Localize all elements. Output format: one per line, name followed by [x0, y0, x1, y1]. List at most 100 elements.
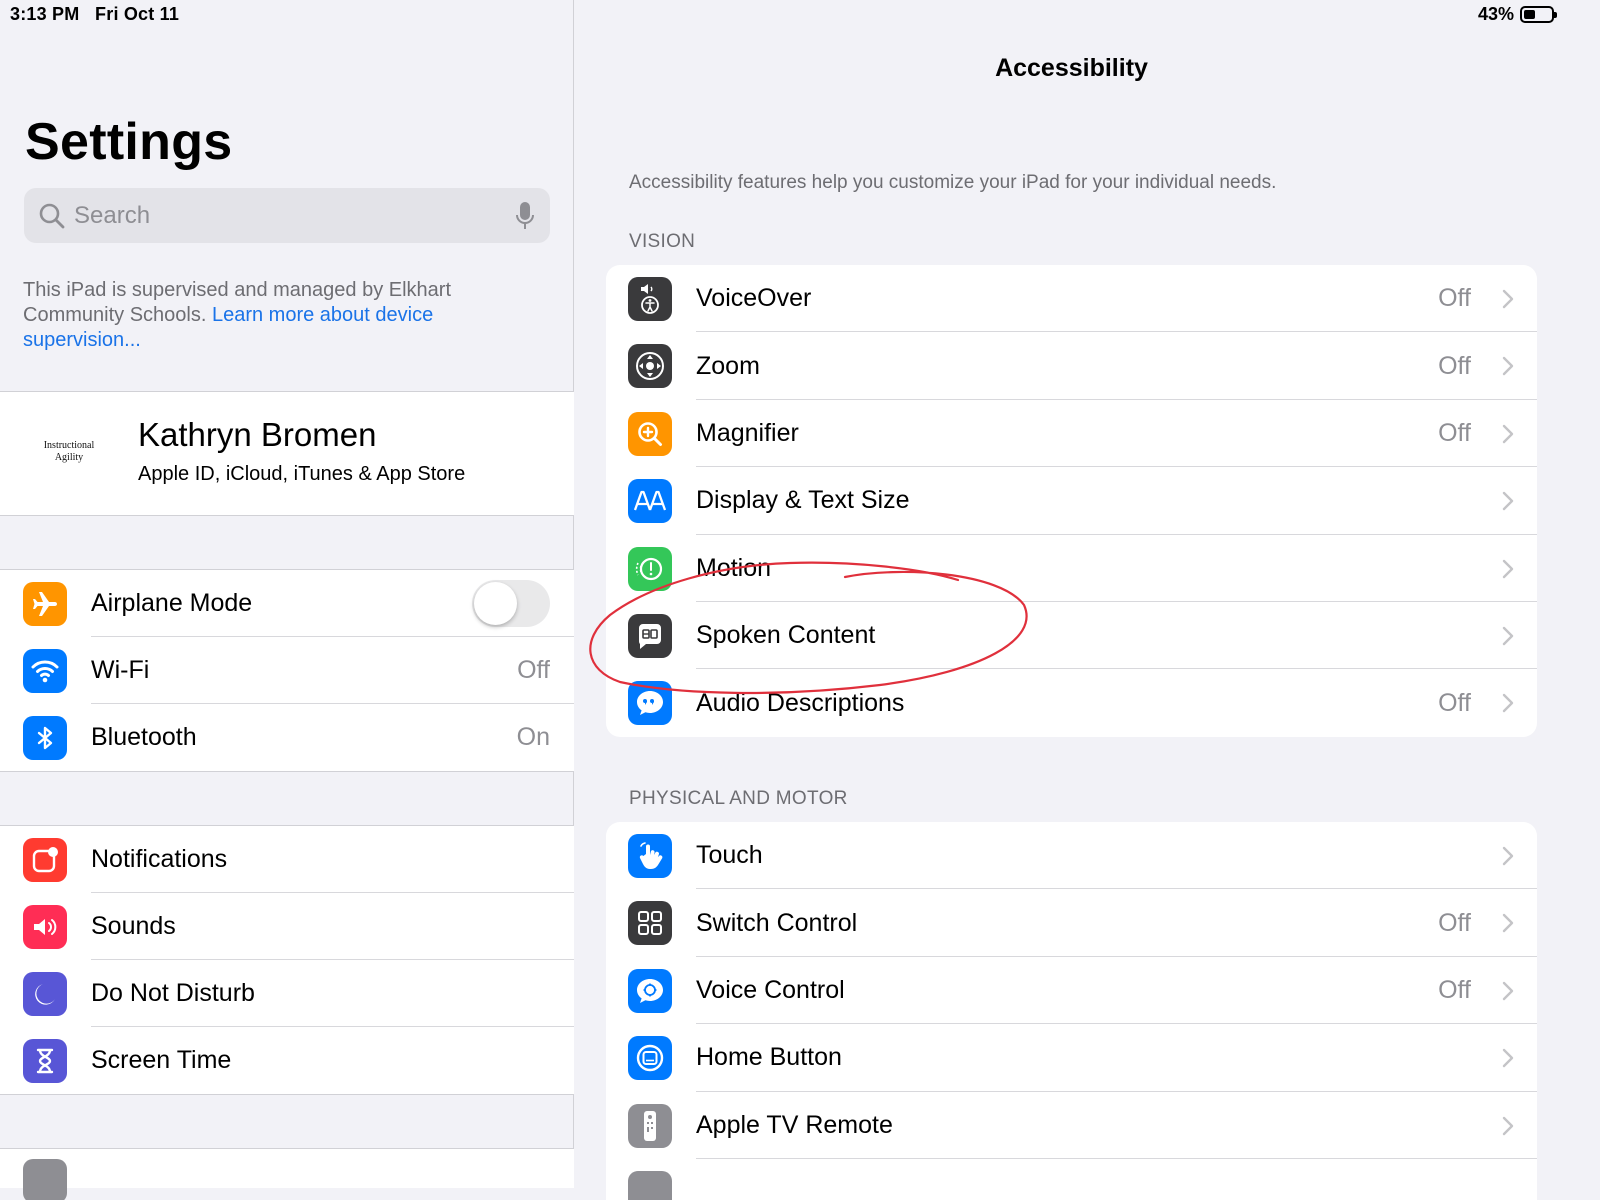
general-group	[0, 1148, 574, 1200]
notifications-icon	[23, 838, 67, 882]
wifi-icon	[23, 649, 67, 693]
voice-control-icon	[628, 968, 672, 1013]
toggle-knob	[474, 582, 517, 625]
item-label: Spoken Content	[696, 621, 876, 650]
connectivity-group: Airplane Mode Wi-Fi Off Bluetooth On	[0, 569, 574, 772]
hourglass-icon	[23, 1039, 67, 1083]
item-label: Display & Text Size	[696, 486, 910, 515]
accessibility-item-display-text-size[interactable]: Display & Text Size	[606, 467, 1537, 535]
chevron-right-icon	[1502, 626, 1514, 646]
item-value: Off	[1438, 418, 1471, 447]
sidebar-title: Settings	[25, 113, 233, 171]
chevron-right-icon	[1502, 289, 1514, 309]
bluetooth-status: On	[516, 723, 550, 751]
chevron-right-icon	[1502, 846, 1514, 866]
accessibility-item-apple-tv-remote[interactable]: Apple TV Remote	[606, 1092, 1537, 1159]
sidebar-item-wifi[interactable]: Wi-Fi Off	[0, 637, 574, 704]
touch-icon	[628, 834, 672, 878]
accessibility-item-motion[interactable]: Motion	[606, 535, 1537, 602]
item-label: Switch Control	[696, 908, 858, 937]
item-value: Off	[1438, 975, 1471, 1004]
item-label: VoiceOver	[696, 284, 812, 313]
section-header-vision: VISION	[629, 231, 696, 252]
item-value: Off	[1438, 351, 1471, 380]
avatar-text-1: Instructional	[43, 440, 95, 451]
item-value: Off	[1438, 908, 1471, 937]
chevron-right-icon	[1502, 694, 1514, 713]
sidebar-item-sounds[interactable]: Sounds	[0, 893, 574, 960]
audio-descriptions-icon	[628, 681, 672, 726]
switch-control-icon	[628, 901, 672, 946]
item-label: Apple TV Remote	[696, 1110, 893, 1139]
profile-name: Kathryn Bromen	[138, 416, 377, 453]
wifi-status: Off	[517, 656, 550, 684]
item-label: Voice Control	[696, 975, 845, 1004]
magnifier-icon	[628, 411, 672, 456]
voiceover-icon	[628, 277, 672, 321]
chevron-right-icon	[1502, 981, 1514, 1000]
accessibility-item-zoom[interactable]: Zoom Off	[606, 332, 1537, 400]
airplane-icon	[23, 582, 67, 626]
sidebar-item-label: Airplane Mode	[91, 589, 253, 617]
accessibility-item-touch[interactable]: Touch	[606, 822, 1537, 890]
sidebar-item-label: Bluetooth	[91, 723, 197, 751]
spoken-content-icon	[628, 613, 672, 658]
accessibility-item-audio-descriptions[interactable]: Audio Descriptions Off	[606, 669, 1537, 736]
search-placeholder: Search	[74, 201, 151, 229]
accessibility-item-spoken-content[interactable]: Spoken Content	[606, 602, 1537, 670]
item-value: Off	[1438, 688, 1471, 717]
accessibility-item-magnifier[interactable]: Magnifier Off	[606, 400, 1537, 468]
text-size-icon	[628, 479, 672, 524]
supervision-notice: This iPad is supervised and managed by E…	[23, 278, 523, 353]
item-label: Audio Descriptions	[696, 688, 905, 717]
sidebar-item-screen-time[interactable]: Screen Time	[0, 1027, 574, 1094]
accessibility-item-voiceover[interactable]: VoiceOver Off	[606, 265, 1537, 333]
sidebar-item-label: Sounds	[91, 912, 176, 940]
chevron-right-icon	[1502, 1116, 1514, 1135]
chevron-right-icon	[1502, 424, 1514, 443]
sidebar-item-label: Wi-Fi	[91, 656, 150, 684]
accessibility-item-switch-control[interactable]: Switch Control Off	[606, 889, 1537, 957]
moon-icon	[23, 972, 67, 1016]
chevron-right-icon	[1502, 559, 1514, 578]
sidebar-item-label: Do Not Disturb	[91, 979, 255, 1007]
search-field[interactable]: Search	[24, 188, 550, 243]
sidebar-item-notifications[interactable]: Notifications	[0, 826, 574, 893]
bluetooth-icon	[23, 716, 67, 760]
accessibility-item-voice-control[interactable]: Voice Control Off	[606, 957, 1537, 1025]
sounds-icon	[23, 905, 67, 949]
chevron-right-icon	[1502, 357, 1514, 376]
sidebar-item-do-not-disturb[interactable]: Do Not Disturb	[0, 960, 574, 1027]
page-title: Accessibility	[995, 54, 1148, 82]
accessibility-panel: Accessibility Accessibility features hel…	[575, 0, 1568, 1200]
item-label: Motion	[696, 553, 772, 582]
search-icon	[39, 203, 65, 228]
zoom-icon	[628, 344, 672, 389]
sidebar-item-label: Screen Time	[91, 1046, 232, 1074]
notifications-group: Notifications Sounds Do Not Disturb Scre…	[0, 825, 574, 1095]
profile-avatar: Instructional Agility	[38, 440, 100, 464]
item-label: Home Button	[696, 1043, 842, 1072]
chevron-right-icon	[1502, 914, 1514, 933]
apple-id-profile[interactable]: Instructional Agility Kathryn Bromen App…	[0, 391, 574, 516]
page-description: Accessibility features help you customiz…	[629, 172, 1277, 193]
sidebar-item-general[interactable]	[0, 1149, 574, 1200]
tv-remote-icon	[628, 1103, 672, 1148]
profile-subtitle: Apple ID, iCloud, iTunes & App Store	[138, 463, 466, 485]
gear-icon	[23, 1159, 67, 1200]
mic-icon[interactable]	[514, 200, 536, 232]
avatar-text-2: Agility	[54, 452, 84, 463]
airplane-mode-toggle[interactable]	[472, 580, 550, 627]
motion-icon	[628, 546, 672, 591]
item-label: Magnifier	[696, 418, 799, 447]
sidebar-item-label: Notifications	[91, 845, 228, 873]
sidebar-item-airplane-mode[interactable]: Airplane Mode	[0, 570, 574, 637]
item-value: Off	[1438, 284, 1471, 313]
chevron-right-icon	[1502, 1048, 1514, 1068]
accessibility-item-home-button[interactable]: Home Button	[606, 1024, 1537, 1092]
settings-sidebar: Settings Search This iPad is supervised …	[0, 0, 574, 1200]
chevron-right-icon	[1502, 491, 1514, 511]
keyboard-icon	[628, 1170, 672, 1200]
sidebar-item-bluetooth[interactable]: Bluetooth On	[0, 704, 574, 771]
accessibility-item-partial[interactable]	[606, 1159, 1537, 1200]
